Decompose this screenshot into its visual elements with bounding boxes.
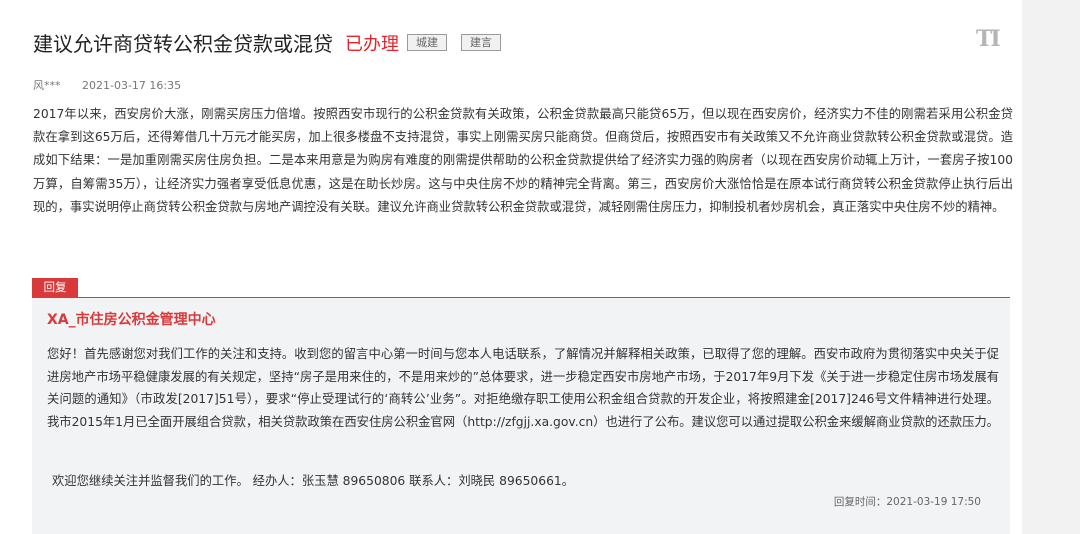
title-row: 建议允许商贷转公积金贷款或混贷 已办理 城建 建言	[33, 28, 501, 57]
reply-badge: 回复	[32, 278, 78, 297]
message-meta: 风*** 2021-03-17 16:35	[33, 77, 181, 93]
page-title: 建议允许商贷转公积金贷款或混贷	[33, 32, 333, 56]
font-size-icon[interactable]: TI	[976, 26, 1001, 52]
post-date: 2021-03-17 16:35	[82, 79, 182, 92]
message-body: 2017年以来，西安房价大涨，刚需买房压力倍增。按照西安市现行的公积金贷款有关政…	[33, 107, 1013, 214]
reply-department: XA_市住房公积金管理中心	[47, 312, 216, 328]
tag-category[interactable]: 城建	[407, 34, 447, 51]
tag-type[interactable]: 建言	[461, 34, 501, 51]
reply-body: 您好！首先感谢您对我们工作的关注和支持。收到您的留言中心第一时间与您本人电话联系…	[47, 347, 999, 429]
status-label: 已办理	[345, 33, 399, 55]
reply-section: XA_市住房公积金管理中心 您好！首先感谢您对我们工作的关注和支持。收到您的留言…	[32, 298, 1010, 534]
reply-time: 回复时间：2021-03-19 17:50	[833, 496, 981, 508]
reply-closing: 欢迎您继续关注并监督我们的工作。 经办人：张玉慧 89650806 联系人：刘晓…	[52, 474, 575, 488]
message-card: 建议允许商贷转公积金贷款或混贷 已办理 城建 建言 TI 风*** 2021-0…	[0, 0, 1022, 534]
author-name: 风***	[33, 79, 61, 92]
